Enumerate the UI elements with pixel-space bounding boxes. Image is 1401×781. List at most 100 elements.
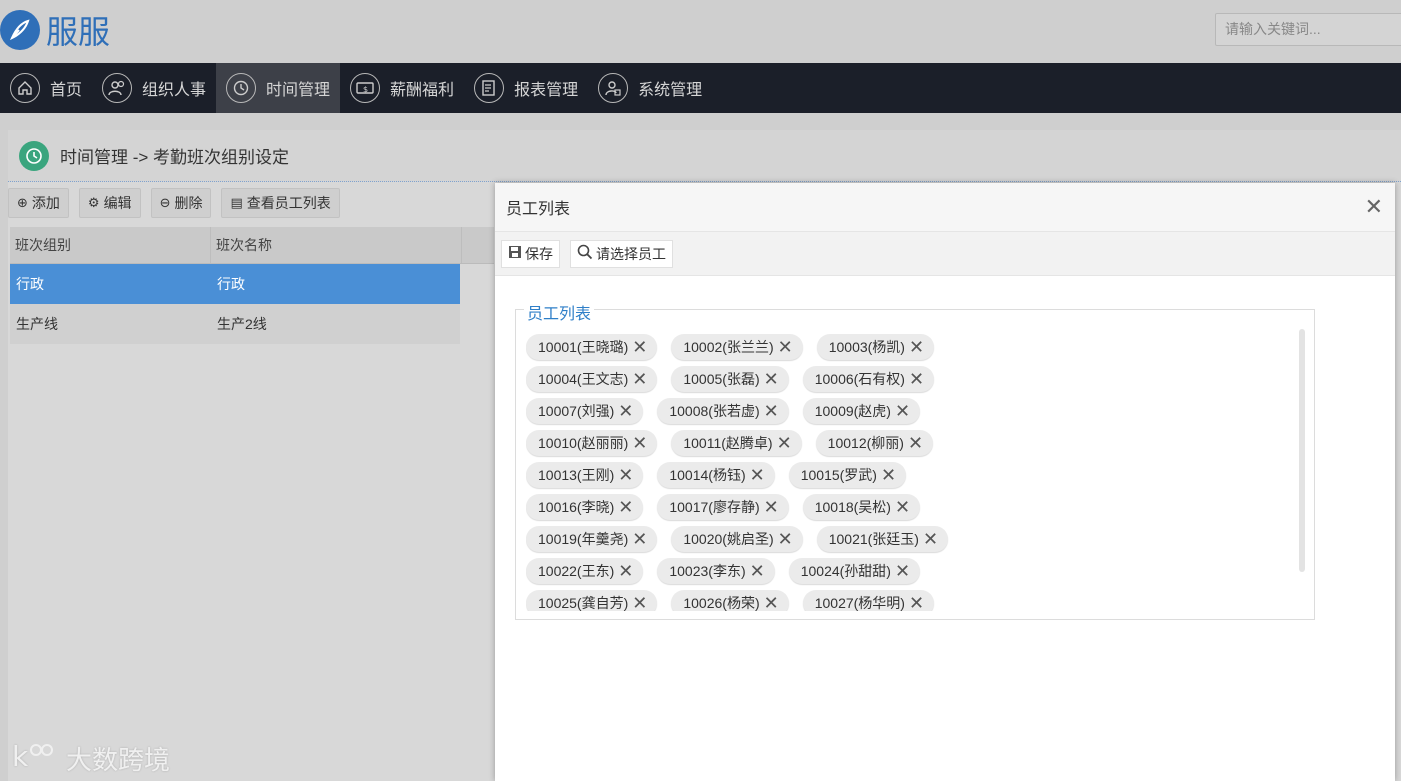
nav-item-3[interactable]: $ 薪酬福利 xyxy=(340,63,464,113)
employee-tag[interactable]: 10017(廖存静) ✕ xyxy=(657,494,789,520)
remove-tag-icon[interactable]: ✕ xyxy=(777,434,792,452)
delete-button[interactable]: ⊖ 删除 xyxy=(150,188,212,218)
watermark-text: 大数跨境 xyxy=(66,745,171,775)
view-employees-button-label: 查看员工列表 xyxy=(246,195,331,211)
employee-tag[interactable]: 10018(吴松) ✕ xyxy=(802,494,921,520)
table-row[interactable]: 行政 行政 xyxy=(10,264,460,304)
employee-tag[interactable]: 10011(赵腾卓) ✕ xyxy=(671,430,802,456)
employee-tag[interactable]: 10013(王刚) ✕ xyxy=(526,462,644,488)
employee-tag[interactable]: 10012(柳丽) ✕ xyxy=(815,430,934,456)
remove-tag-icon[interactable]: ✕ xyxy=(750,466,765,484)
employee-tag-label: 10025(龚自芳) xyxy=(538,595,629,611)
remove-tag-icon[interactable]: ✕ xyxy=(909,370,924,388)
employee-tag[interactable]: 10024(孙甜甜) ✕ xyxy=(788,558,921,584)
employee-tag[interactable]: 10021(张廷玉) ✕ xyxy=(816,526,949,552)
employee-tag[interactable]: 10026(杨荣) ✕ xyxy=(671,590,789,611)
view-employees-button[interactable]: ▤ 查看员工列表 xyxy=(221,188,340,218)
employee-tag[interactable]: 10027(杨华明) ✕ xyxy=(802,590,935,611)
employee-tag-label: 10016(李晓) xyxy=(538,499,615,515)
employee-tag[interactable]: 10009(赵虎) ✕ xyxy=(802,398,921,424)
watermark-logo-icon: k xyxy=(12,738,60,779)
close-icon[interactable]: ✕ xyxy=(1365,196,1383,218)
scrollbar[interactable] xyxy=(1299,329,1305,572)
remove-tag-icon[interactable]: ✕ xyxy=(632,530,647,548)
feather-icon xyxy=(0,10,40,50)
employee-tag[interactable]: 10016(李晓) ✕ xyxy=(526,494,644,520)
employee-tag-label: 10006(石有权) xyxy=(814,371,905,387)
remove-tag-icon[interactable]: ✕ xyxy=(632,338,647,356)
remove-tag-icon[interactable]: ✕ xyxy=(778,338,793,356)
column-header-name[interactable]: 班次名称 xyxy=(211,227,462,263)
employee-tag[interactable]: 10008(张若虚) ✕ xyxy=(657,398,789,424)
search-input[interactable]: 请输入关键词... xyxy=(1215,13,1401,46)
grid-toolbar: ⊕ 添加 ⚙ 编辑 ⊖ 删除 ▤ 查看员工列表 xyxy=(8,188,340,218)
logo[interactable]: 服服 xyxy=(0,7,110,53)
employee-tag-label: 10027(杨华明) xyxy=(814,595,905,611)
remove-tag-icon[interactable]: ✕ xyxy=(764,498,779,516)
table-row[interactable]: 生产线 生产2线 xyxy=(10,304,460,344)
remove-tag-icon[interactable]: ✕ xyxy=(908,434,923,452)
remove-tag-icon[interactable]: ✕ xyxy=(750,562,765,580)
employee-tag-label: 10005(张磊) xyxy=(683,371,760,387)
remove-tag-icon[interactable]: ✕ xyxy=(618,402,633,420)
remove-tag-icon[interactable]: ✕ xyxy=(909,338,924,356)
remove-tag-icon[interactable]: ✕ xyxy=(632,594,647,611)
nav-item-1[interactable]: 组织人事 xyxy=(92,63,216,113)
money-icon: $ xyxy=(350,73,381,103)
employee-tag[interactable]: 10023(李东) ✕ xyxy=(657,558,775,584)
tag-row: 10022(王东) ✕ 10023(李东) ✕ 10024(孙甜甜) ✕ xyxy=(526,555,1296,587)
remove-tag-icon[interactable]: ✕ xyxy=(895,562,910,580)
nav-item-4[interactable]: 报表管理 xyxy=(464,63,588,113)
employee-tag[interactable]: 10019(年羹尧) ✕ xyxy=(526,526,658,552)
employee-tag[interactable]: 10015(罗武) ✕ xyxy=(788,462,907,488)
remove-tag-icon[interactable]: ✕ xyxy=(618,562,633,580)
employee-tag[interactable]: 10002(张兰兰) ✕ xyxy=(671,334,803,360)
remove-tag-icon[interactable]: ✕ xyxy=(881,466,896,484)
employee-fieldset: 员工列表 10001(王晓璐) ✕ 10002(张兰兰) ✕ 10003(杨凯) ✕ 100… xyxy=(515,300,1315,620)
remove-tag-icon[interactable]: ✕ xyxy=(764,594,779,611)
employee-tag-label: 10008(张若虚) xyxy=(669,403,760,419)
edit-button[interactable]: ⚙ 编辑 xyxy=(78,188,141,218)
dialog-toolbar: 保存 请选择员工 xyxy=(495,232,1395,276)
column-header-group[interactable]: 班次组别 xyxy=(10,227,211,263)
remove-tag-icon[interactable]: ✕ xyxy=(778,530,793,548)
remove-tag-icon[interactable]: ✕ xyxy=(632,370,647,388)
clock-icon xyxy=(19,140,49,171)
nav-item-5[interactable]: 系统管理 xyxy=(588,63,712,113)
remove-tag-icon[interactable]: ✕ xyxy=(895,402,910,420)
employee-tag[interactable]: 10005(张磊) ✕ xyxy=(671,366,789,392)
add-button[interactable]: ⊕ 添加 xyxy=(8,188,69,218)
employee-tag[interactable]: 10014(杨钰) ✕ xyxy=(657,462,775,488)
employee-tag[interactable]: 10001(王晓璐) ✕ xyxy=(526,334,658,360)
employee-tag-label: 10001(王晓璐) xyxy=(538,339,629,355)
remove-tag-icon[interactable]: ✕ xyxy=(923,530,938,548)
remove-tag-icon[interactable]: ✕ xyxy=(909,594,924,611)
employee-list-dialog: 员工列表 ✕ 保存 请选择员工 员工列表 10001(王晓璐) ✕ 10002(张兰… xyxy=(495,183,1395,781)
employee-tag[interactable]: 10004(王文志) ✕ xyxy=(526,366,658,392)
select-employee-button[interactable]: 请选择员工 xyxy=(570,239,673,268)
employee-tag[interactable]: 10020(姚启圣) ✕ xyxy=(671,526,803,552)
minus-circle-icon: ⊖ xyxy=(159,195,171,210)
remove-tag-icon[interactable]: ✕ xyxy=(618,498,633,516)
remove-tag-icon[interactable]: ✕ xyxy=(632,434,647,452)
employee-tag[interactable]: 10022(王东) ✕ xyxy=(526,558,644,584)
employee-tag[interactable]: 10003(杨凯) ✕ xyxy=(816,334,935,360)
employee-tag[interactable]: 10006(石有权) ✕ xyxy=(802,366,935,392)
save-button[interactable]: 保存 xyxy=(501,239,560,268)
remove-tag-icon[interactable]: ✕ xyxy=(618,466,633,484)
edit-button-label: 编辑 xyxy=(103,195,132,211)
employee-tag[interactable]: 10025(龚自芳) ✕ xyxy=(526,590,658,611)
remove-tag-icon[interactable]: ✕ xyxy=(764,370,779,388)
svg-text:k: k xyxy=(12,740,29,772)
employee-tag[interactable]: 10010(赵丽丽) ✕ xyxy=(526,430,658,456)
nav-item-0[interactable]: 首页 xyxy=(0,63,92,113)
remove-tag-icon[interactable]: ✕ xyxy=(895,498,910,516)
cell-name: 行政 xyxy=(217,276,245,292)
grid-header: 班次组别 班次名称 xyxy=(10,227,494,264)
nav-item-2[interactable]: 时间管理 xyxy=(216,63,341,113)
cell-group: 生产线 xyxy=(16,316,58,332)
logo-text: 服服 xyxy=(46,13,111,51)
employee-tag[interactable]: 10007(刘强) ✕ xyxy=(526,398,644,424)
breadcrumb-text: 时间管理 -> 考勤班次组别设定 xyxy=(60,148,290,167)
remove-tag-icon[interactable]: ✕ xyxy=(764,402,779,420)
